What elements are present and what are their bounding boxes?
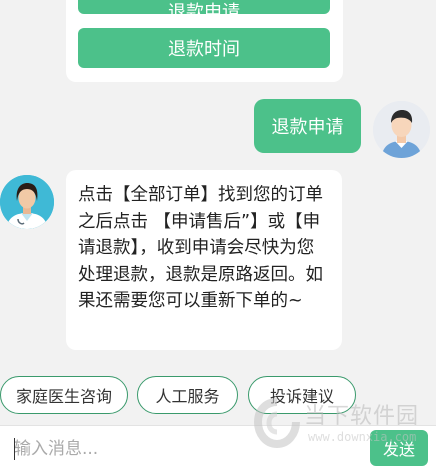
quick-reply-family-doctor[interactable]: 家庭医生咨询 <box>0 376 128 414</box>
text-caret <box>14 438 15 460</box>
user-message-text: 退款申请 <box>271 117 344 138</box>
refund-apply-menu-button[interactable]: 退款申请 <box>78 0 330 14</box>
faq-menu-card: 退款申请 退款时间 <box>66 0 343 82</box>
doctor-message-bubble: 点击【全部订单】找到您的订单之后点击 【申请售后”】或【申请退款】，收到申请会尽… <box>66 170 342 350</box>
send-button[interactable]: 发送 <box>370 430 428 466</box>
quick-reply-human-service[interactable]: 人工服务 <box>137 376 238 414</box>
refund-time-menu-button[interactable]: 退款时间 <box>78 28 330 68</box>
send-button-label: 发送 <box>382 440 415 459</box>
user-avatar <box>373 101 430 158</box>
quick-reply-label: 家庭医生咨询 <box>15 387 112 406</box>
refund-apply-menu-label: 退款申请 <box>168 2 240 14</box>
user-avatar-icon <box>373 101 430 158</box>
doctor-message-text: 点击【全部订单】找到您的订单之后点击 【申请售后”】或【申请退款】，收到申请会尽… <box>78 185 323 311</box>
quick-reply-bar: 家庭医生咨询 人工服务 投诉建议 <box>0 376 436 416</box>
refund-time-menu-label: 退款时间 <box>168 39 240 60</box>
message-composer: 发送 <box>0 425 436 469</box>
message-input[interactable] <box>14 434 354 464</box>
quick-reply-label: 人工服务 <box>155 387 220 406</box>
quick-reply-label: 投诉建议 <box>269 387 334 406</box>
quick-reply-complaint[interactable]: 投诉建议 <box>248 376 356 414</box>
doctor-avatar-icon <box>0 175 54 229</box>
user-message-bubble: 退款申请 <box>254 99 361 153</box>
doctor-avatar <box>0 175 54 229</box>
